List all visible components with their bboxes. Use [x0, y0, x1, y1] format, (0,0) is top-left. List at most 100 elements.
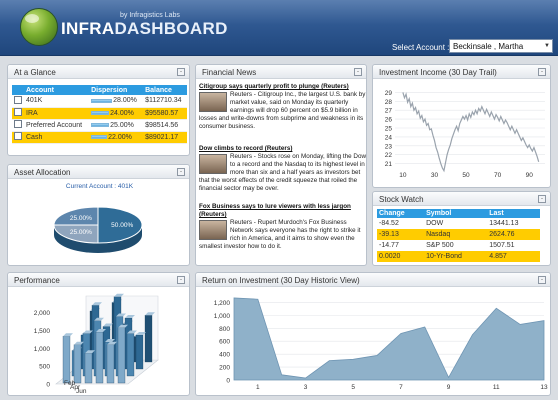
return-on-investment-panel: Return on Investment (30 Day Historic Vi…: [195, 272, 551, 396]
change-cell: -14.77: [379, 242, 399, 249]
logo-title-dashboard: DASHBOARD: [114, 19, 228, 38]
investment-income-line-chart: 21 22 23 2425 26 27 28 29 10 30 50 70 90: [385, 90, 545, 179]
news-item: Dow climbs to record (Reuters) Reuters -…: [199, 145, 369, 193]
select-account-label: Select Account :: [392, 43, 450, 52]
dispersion-value: 22.00%: [108, 133, 132, 141]
y-tick-label: 23: [385, 143, 393, 150]
panel-header: Asset Allocation -: [8, 165, 189, 179]
panel-header: At a Glance -: [8, 65, 189, 79]
performance-bar: [84, 353, 93, 384]
y-tick-label: 27: [385, 108, 393, 115]
panel-header: Performance -: [8, 273, 189, 287]
table-row[interactable]: -39.13 Nasdaq 2624.76: [377, 229, 540, 240]
y-tick-label: 0: [46, 382, 50, 389]
x-tick-label: 10: [399, 172, 407, 179]
table-row[interactable]: Preferred Account 25.00% $98514.56: [12, 119, 187, 132]
dispersion-value: 24.00%: [110, 109, 134, 117]
dispersion-cell: 28.00%: [89, 95, 144, 108]
balance-cell: $112710.34: [143, 95, 187, 108]
panel-title: Investment Income (30 Day Trail): [379, 68, 497, 77]
dispersion-value: 28.00%: [113, 97, 137, 105]
collapse-panel-button[interactable]: -: [538, 195, 546, 203]
y-tick-label: 22: [385, 152, 393, 159]
dispersion-bar: [91, 111, 110, 115]
balance-cell: $95580.57: [143, 107, 187, 120]
y-tick-label: 24: [385, 134, 393, 141]
balance-cell: $89021.17: [143, 131, 187, 144]
performance-bar: [144, 315, 153, 363]
y-tick-label: 600: [219, 339, 230, 346]
performance-bar: [117, 327, 126, 384]
performance-bar: [135, 334, 144, 370]
stock-watch-panel: Stock Watch - Change Symbol Last -84.52 D…: [372, 191, 551, 266]
column-header-balance[interactable]: Balance: [143, 85, 187, 95]
row-checkbox[interactable]: [14, 108, 22, 116]
x-tick-label: 1: [256, 384, 260, 391]
performance-bar-top: [63, 333, 73, 337]
table-row[interactable]: Cash 22.00% $89021.17: [12, 131, 187, 144]
table-header-row: Account Dispersion Balance: [12, 85, 187, 95]
news-headline-link[interactable]: Fox Business says to lure viewers with l…: [199, 203, 369, 219]
x-tick-label: 9: [447, 384, 451, 391]
panel-header: Stock Watch -: [373, 192, 550, 206]
row-checkbox[interactable]: [14, 95, 22, 104]
panel-header: Investment Income (30 Day Trail) -: [373, 65, 550, 79]
table-row[interactable]: -14.77 S&P 500 1507.51: [377, 240, 540, 251]
y-tick-label: 25: [385, 126, 393, 133]
table-row[interactable]: IRA 24.00% $95580.57: [12, 107, 187, 120]
account-cell: IRA: [24, 107, 90, 120]
roi-area-chart: 02004006008001,0001,2001 3 5 7 9 11 13: [214, 297, 548, 391]
news-item: Fox Business says to lure viewers with l…: [199, 203, 369, 251]
panel-title: Performance: [14, 276, 60, 285]
row-checkbox[interactable]: [14, 132, 22, 140]
panel-header: Return on Investment (30 Day Historic Vi…: [196, 273, 550, 287]
table-row[interactable]: -84.52 DOW 13441.13: [377, 218, 540, 229]
allocation-pie-chart: 50.00% 25.00% 25.00%: [53, 206, 143, 253]
row-checkbox[interactable]: [14, 120, 22, 128]
account-cell: Preferred Account: [24, 119, 90, 132]
column-header-symbol[interactable]: Symbol: [424, 209, 488, 218]
collapse-panel-button[interactable]: -: [177, 168, 185, 176]
y-tick-label: 29: [385, 90, 393, 97]
account-select[interactable]: Beckinsale , Martha ▼: [449, 39, 553, 53]
chevron-down-icon[interactable]: ▼: [544, 43, 550, 49]
news-thumbnail: [199, 154, 227, 174]
y-tick-label: 26: [385, 117, 393, 124]
account-cell: Cash: [24, 131, 90, 144]
app-logo-title: INFRADASHBOARD: [61, 19, 228, 39]
collapse-panel-button[interactable]: -: [177, 68, 185, 76]
collapse-panel-button[interactable]: -: [538, 68, 546, 76]
symbol-cell: DOW: [426, 220, 444, 227]
x-tick-label: 90: [526, 172, 534, 179]
column-header-dispersion[interactable]: Dispersion: [89, 85, 144, 95]
column-header-account[interactable]: Account: [24, 85, 90, 95]
allocation-subtitle: Current Account : 401K: [65, 183, 134, 190]
checkbox-column-header: [12, 85, 24, 95]
column-header-change[interactable]: Change: [377, 209, 425, 218]
y-tick-label: 200: [219, 365, 230, 372]
y-tick-label: 1,200: [214, 300, 231, 307]
panel-title: Stock Watch: [379, 195, 424, 204]
logo-byline: by Infragistics Labs: [120, 12, 180, 19]
news-headline-link[interactable]: Dow climbs to record (Reuters): [199, 145, 369, 153]
at-a-glance-panel: At a Glance - Account Dispersion Balance…: [7, 64, 190, 156]
performance-bar: [126, 333, 135, 377]
panel-title: Return on Investment (30 Day Historic Vi…: [202, 276, 360, 285]
column-header-last[interactable]: Last: [487, 209, 540, 218]
logo-title-infra: INFRA: [61, 19, 115, 38]
dispersion-cell: 22.00%: [89, 131, 144, 144]
news-headline-link[interactable]: Citigroup says quarterly profit to plung…: [199, 83, 369, 91]
row-checkbox-cell: [12, 107, 24, 120]
y-tick-label: 28: [385, 99, 393, 106]
dispersion-cell: 24.00%: [89, 107, 144, 120]
table-row[interactable]: 0.0020 10-Yr-Bond 4.857: [377, 251, 540, 262]
financial-news-panel: Financial News - Citigroup says quarterl…: [195, 64, 367, 266]
table-row[interactable]: 401K 28.00% $112710.34: [12, 95, 187, 108]
y-tick-label: 500: [39, 364, 50, 371]
x-tick-label: 13: [540, 384, 548, 391]
collapse-panel-button[interactable]: -: [354, 68, 362, 76]
collapse-panel-button[interactable]: -: [177, 276, 185, 284]
table-header-row: Change Symbol Last: [377, 209, 540, 218]
balance-cell: $98514.56: [143, 119, 187, 132]
collapse-panel-button[interactable]: -: [538, 276, 546, 284]
